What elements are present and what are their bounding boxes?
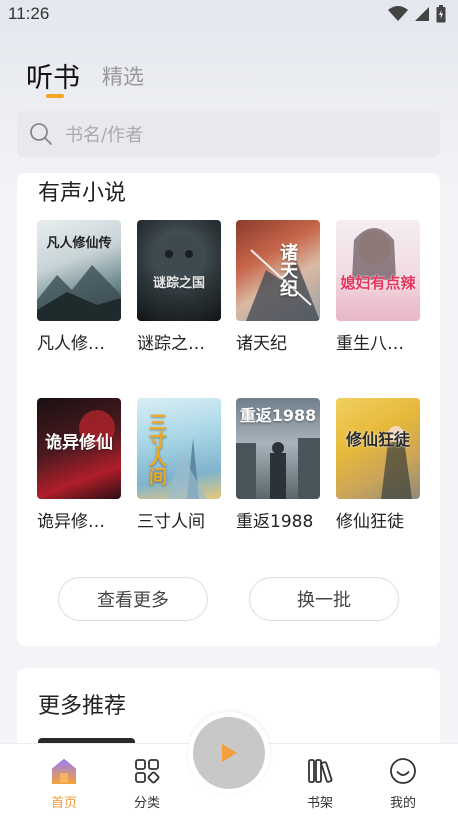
- book-cover: 谜踪之国: [137, 220, 221, 321]
- profile-icon: [390, 758, 416, 784]
- cover-title: 修仙狂徒: [345, 430, 410, 449]
- status-time: 11:26: [8, 4, 50, 23]
- status-icons: [388, 5, 446, 23]
- book-item[interactable]: 凡人修仙传 凡人修…: [37, 220, 121, 354]
- player-ring: [188, 712, 270, 794]
- book-cover: 凡人修仙传: [37, 220, 121, 321]
- search-input[interactable]: 书名/作者: [17, 111, 440, 157]
- section-title-more: 更多推荐: [38, 694, 127, 719]
- header-tabs: 听书 精选: [26, 56, 144, 98]
- book-name: 重返1988: [236, 512, 314, 532]
- book-name: 凡人修…: [37, 334, 105, 354]
- nav-category[interactable]: 分类: [117, 756, 177, 811]
- tab-indicator: [46, 94, 64, 98]
- book-name: 三寸人间: [137, 512, 205, 532]
- book-cover: 三寸人间: [137, 398, 221, 499]
- tab-listen-label: 听书: [26, 63, 80, 94]
- top-gradient: [0, 0, 458, 200]
- book-item[interactable]: 诡异修仙 诡异修…: [37, 398, 121, 532]
- book-cover: 重返1988: [236, 398, 320, 499]
- book-item[interactable]: 三寸人间 三寸人间: [137, 398, 221, 532]
- section-title-audio: 有声小说: [38, 181, 127, 206]
- book-cover: 诡异修仙: [37, 398, 121, 499]
- book-name: 谜踪之…: [137, 334, 205, 354]
- book-item[interactable]: 重返1988 重返1988: [236, 398, 320, 532]
- tab-featured-label: 精选: [102, 65, 144, 89]
- book-item[interactable]: 谜踪之国 谜踪之…: [137, 220, 221, 354]
- nav-bookshelf[interactable]: 书架: [290, 756, 350, 811]
- book-name: 修仙狂徒: [336, 512, 404, 532]
- nav-home[interactable]: 首页: [34, 756, 94, 811]
- nav-home-label: 首页: [50, 796, 77, 811]
- cover-title: 三寸人间: [146, 412, 167, 485]
- book-cover: 诸天纪: [236, 220, 320, 321]
- nav-bookshelf-label: 书架: [306, 796, 333, 811]
- view-more-button[interactable]: 查看更多: [58, 577, 208, 621]
- search-icon: [30, 123, 52, 145]
- signal-icon: [414, 6, 430, 22]
- book-item[interactable]: 修仙狂徒 修仙狂徒: [336, 398, 420, 532]
- cover-title: 诡异修仙: [45, 433, 113, 453]
- cover-title: 凡人修仙传: [46, 236, 112, 251]
- tab-featured[interactable]: 精选: [102, 61, 144, 95]
- cover-title: 谜踪之国: [152, 276, 205, 291]
- nav-profile[interactable]: 我的: [373, 756, 433, 811]
- audio-novels-card: 有声小说 凡人修仙传 凡人修… 谜踪之国 谜踪之… 诸天纪 诸天纪 媳妇有点辣 …: [17, 173, 440, 646]
- change-batch-button[interactable]: 换一批: [249, 577, 399, 621]
- change-batch-label: 换一批: [297, 590, 351, 611]
- cover-title: 诸天纪: [277, 243, 298, 297]
- book-cover: 修仙狂徒: [336, 398, 420, 499]
- bookshelf-icon: [308, 759, 333, 783]
- cover-title: 重返1988: [239, 406, 317, 425]
- tab-listen[interactable]: 听书: [26, 56, 80, 98]
- nav-category-label: 分类: [133, 796, 160, 811]
- book-cover: 媳妇有点辣: [336, 220, 420, 321]
- book-item[interactable]: 诸天纪 诸天纪: [236, 220, 320, 354]
- play-icon: [222, 744, 237, 762]
- book-name: 诸天纪: [236, 334, 287, 354]
- battery-icon: [436, 5, 446, 23]
- status-bar: 11:26: [0, 0, 458, 28]
- book-name: 重生八…: [336, 334, 404, 354]
- wifi-icon: [388, 6, 408, 22]
- nav-profile-label: 我的: [389, 796, 416, 811]
- search-placeholder: 书名/作者: [65, 125, 144, 146]
- play-button[interactable]: [193, 717, 265, 789]
- book-name: 诡异修…: [37, 512, 105, 532]
- view-more-label: 查看更多: [97, 590, 169, 611]
- home-icon: [52, 759, 76, 784]
- cover-title: 媳妇有点辣: [340, 274, 416, 292]
- category-icon: [135, 759, 160, 784]
- book-item[interactable]: 媳妇有点辣 重生八…: [336, 220, 420, 354]
